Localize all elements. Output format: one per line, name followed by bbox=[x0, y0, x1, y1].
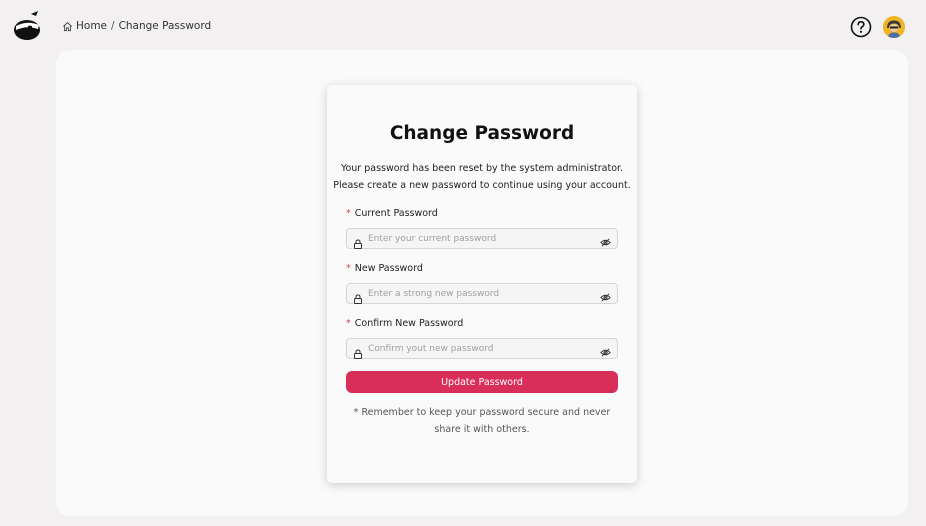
avatar[interactable] bbox=[883, 16, 905, 38]
confirm-password-label-text: Confirm New Password bbox=[354, 318, 464, 329]
required-mark: * bbox=[346, 208, 351, 219]
lock-icon bbox=[353, 234, 363, 249]
required-mark: * bbox=[346, 263, 351, 274]
update-password-button[interactable]: Update Password bbox=[346, 371, 618, 393]
current-password-label-text: Current Password bbox=[354, 208, 438, 219]
eye-slash-icon[interactable] bbox=[600, 233, 611, 247]
breadcrumb-home-link[interactable]: Home bbox=[76, 20, 107, 32]
confirm-password-input-wrapper[interactable] bbox=[346, 338, 618, 359]
current-password-field: * Current Password bbox=[346, 207, 618, 249]
description-line-1: Your password has been reset by the syst… bbox=[340, 163, 624, 174]
help-button[interactable] bbox=[850, 16, 872, 38]
new-password-input-wrapper[interactable] bbox=[346, 283, 618, 304]
page-title: Change Password bbox=[389, 123, 575, 144]
new-password-field: * New Password bbox=[346, 262, 618, 304]
description-line-2: Please create a new password to continue… bbox=[333, 179, 631, 191]
confirm-password-field: * Confirm New Password bbox=[346, 317, 618, 359]
new-password-label-text: New Password bbox=[354, 263, 423, 274]
lock-icon bbox=[353, 289, 363, 304]
confirm-password-input[interactable] bbox=[368, 339, 600, 358]
current-password-input-wrapper[interactable] bbox=[346, 228, 618, 249]
change-password-card: Change Password Your password has been r… bbox=[327, 85, 637, 483]
breadcrumb: Home / Change Password bbox=[62, 20, 211, 32]
breadcrumb-current: Change Password bbox=[118, 20, 212, 32]
home-icon[interactable] bbox=[62, 21, 73, 32]
eye-slash-icon[interactable] bbox=[600, 288, 611, 302]
new-password-input[interactable] bbox=[368, 284, 600, 303]
ninja-logo-icon[interactable] bbox=[11, 10, 43, 42]
new-password-label: * New Password bbox=[346, 262, 618, 276]
lock-icon bbox=[353, 344, 363, 359]
card-description: Your password has been reset by the syst… bbox=[327, 161, 637, 194]
question-circle-icon bbox=[850, 16, 872, 38]
confirm-password-label: * Confirm New Password bbox=[346, 317, 618, 331]
current-password-label: * Current Password bbox=[346, 207, 618, 221]
breadcrumb-separator: / bbox=[111, 20, 115, 32]
security-note: * Remember to keep your password secure … bbox=[353, 407, 611, 435]
required-mark: * bbox=[346, 318, 351, 329]
eye-slash-icon[interactable] bbox=[600, 343, 611, 357]
user-avatar-icon bbox=[883, 16, 905, 38]
current-password-input[interactable] bbox=[368, 229, 600, 248]
